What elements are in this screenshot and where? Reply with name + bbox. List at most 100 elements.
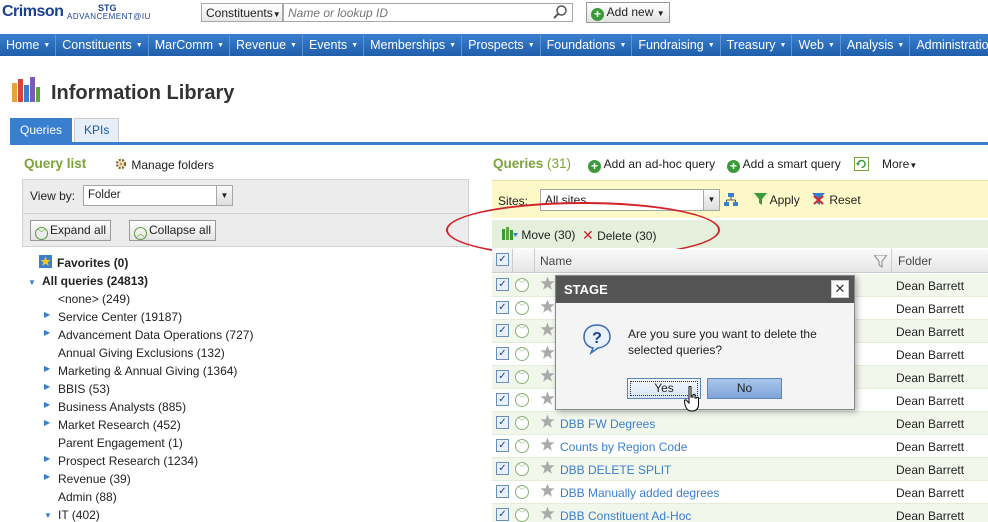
- no-button[interactable]: No: [707, 378, 782, 399]
- favorite-star-icon[interactable]: [540, 414, 555, 429]
- collapsed-triangle-icon[interactable]: ▶: [44, 382, 50, 391]
- tree-node-all-queries[interactable]: All queries (24813): [42, 274, 148, 288]
- search-type-select[interactable]: Constituents▼: [201, 3, 283, 22]
- add-new-button[interactable]: + Add new ▼: [586, 2, 670, 23]
- chevron-down-icon[interactable]: ﹀: [515, 439, 529, 453]
- favorite-star-icon[interactable]: [540, 460, 555, 475]
- column-filter-icon[interactable]: [874, 255, 887, 268]
- table-row[interactable]: ✓ ﹀ DBB Manually added degrees Dean Barrett: [492, 481, 988, 504]
- view-by-select[interactable]: Folder ▼: [83, 185, 233, 206]
- favorite-star-icon[interactable]: [540, 391, 555, 406]
- nav-administration[interactable]: Administration▼: [910, 34, 988, 56]
- row-checkbox[interactable]: ✓: [496, 324, 509, 337]
- nav-treasury[interactable]: Treasury ▼: [721, 34, 793, 56]
- favorite-star-icon[interactable]: [540, 299, 555, 314]
- manage-folders-link[interactable]: Manage folders: [114, 157, 214, 172]
- query-name-link[interactable]: Counts by Region Code: [560, 440, 687, 454]
- refresh-icon[interactable]: [854, 157, 869, 171]
- more-menu-button[interactable]: More▼: [882, 157, 917, 171]
- row-checkbox[interactable]: ✓: [496, 393, 509, 406]
- table-row[interactable]: ✓ ﹀ DBB Constituent Ad-Hoc Dean Barrett: [492, 504, 988, 522]
- favorite-star-icon[interactable]: [540, 506, 555, 521]
- nav-home[interactable]: Home ▼: [0, 34, 57, 56]
- collapsed-triangle-icon[interactable]: ▶: [44, 400, 50, 409]
- nav-foundations[interactable]: Foundations ▼: [541, 34, 633, 56]
- tree-node-none[interactable]: <none> (249): [58, 292, 130, 306]
- nav-fundraising[interactable]: Fundraising ▼: [632, 34, 721, 56]
- chevron-down-icon[interactable]: ﹀: [515, 416, 529, 430]
- tree-node-prospect-research[interactable]: Prospect Research (1234): [58, 454, 198, 468]
- tree-node-parent-engagement[interactable]: Parent Engagement (1): [58, 436, 183, 450]
- nav-prospects[interactable]: Prospects ▼: [462, 34, 541, 56]
- chevron-down-icon[interactable]: ﹀: [515, 301, 529, 315]
- search-icon[interactable]: [552, 4, 568, 20]
- expand-all-button[interactable]: ﹀ Expand all: [30, 220, 112, 241]
- dialog-close-button[interactable]: ✕: [831, 280, 849, 298]
- column-header-name[interactable]: Name: [540, 254, 572, 268]
- collapsed-triangle-icon[interactable]: ▶: [44, 454, 50, 463]
- collapse-all-button[interactable]: ︿ Collapse all: [129, 220, 217, 241]
- row-checkbox[interactable]: ✓: [496, 485, 509, 498]
- query-name-link[interactable]: DBB Manually added degrees: [560, 486, 719, 500]
- tree-node-bbis[interactable]: BBIS (53): [58, 382, 110, 396]
- query-name-link[interactable]: DBB DELETE SPLIT: [560, 463, 671, 477]
- table-row[interactable]: ✓ ﹀ Counts by Region Code Dean Barrett: [492, 435, 988, 458]
- nav-memberships[interactable]: Memberships ▼: [364, 34, 463, 56]
- row-checkbox[interactable]: ✓: [496, 462, 509, 475]
- tree-node-admin[interactable]: Admin (88): [58, 490, 117, 504]
- tab-queries[interactable]: Queries: [10, 118, 73, 142]
- site-hierarchy-icon[interactable]: [723, 192, 739, 208]
- nav-constituents[interactable]: Constituents ▼: [56, 34, 149, 56]
- chevron-down-icon[interactable]: ﹀: [515, 324, 529, 338]
- collapsed-triangle-icon[interactable]: ▶: [44, 472, 50, 481]
- favorite-star-icon[interactable]: [540, 322, 555, 337]
- nav-events[interactable]: Events ▼: [303, 34, 365, 56]
- tree-node-marketing-annual-giving[interactable]: Marketing & Annual Giving (1364): [58, 364, 237, 378]
- tree-node-revenue[interactable]: Revenue (39): [58, 472, 131, 486]
- nav-revenue[interactable]: Revenue ▼: [230, 34, 303, 56]
- expanded-triangle-icon[interactable]: ▼: [44, 511, 52, 520]
- row-checkbox[interactable]: ✓: [496, 347, 509, 360]
- row-checkbox[interactable]: ✓: [496, 508, 509, 521]
- row-checkbox[interactable]: ✓: [496, 370, 509, 383]
- add-smart-query-button[interactable]: + Add a smart query: [727, 157, 841, 173]
- chevron-down-icon[interactable]: ﹀: [515, 462, 529, 476]
- chevron-down-icon[interactable]: ﹀: [515, 370, 529, 384]
- select-all-checkbox[interactable]: ✓: [496, 253, 509, 266]
- tree-node-annual-giving-exclusions[interactable]: Annual Giving Exclusions (132): [58, 346, 225, 360]
- collapsed-triangle-icon[interactable]: ▶: [44, 418, 50, 427]
- chevron-down-icon[interactable]: ﹀: [515, 485, 529, 499]
- query-name-link[interactable]: DBB Constituent Ad-Hoc: [560, 509, 691, 522]
- nav-marcomm[interactable]: MarComm ▼: [149, 34, 230, 56]
- chevron-down-icon[interactable]: ﹀: [515, 393, 529, 407]
- table-row[interactable]: ✓ ﹀ DBB FW Degrees Dean Barrett: [492, 412, 988, 435]
- apply-filter-button[interactable]: Apply: [754, 193, 800, 207]
- tree-node-service-center[interactable]: Service Center (19187): [58, 310, 182, 324]
- tree-node-business-analysts[interactable]: Business Analysts (885): [58, 400, 186, 414]
- add-adhoc-query-button[interactable]: + Add an ad-hoc query: [588, 157, 715, 173]
- row-checkbox[interactable]: ✓: [496, 278, 509, 291]
- collapsed-triangle-icon[interactable]: ▶: [44, 310, 50, 319]
- collapsed-triangle-icon[interactable]: ▶: [44, 328, 50, 337]
- tree-node-it[interactable]: IT (402): [58, 508, 100, 522]
- chevron-down-icon[interactable]: ﹀: [515, 508, 529, 522]
- column-header-folder[interactable]: Folder: [898, 254, 932, 268]
- tab-kpis[interactable]: KPIs: [74, 118, 120, 142]
- query-name-link[interactable]: DBB FW Degrees: [560, 417, 655, 431]
- tree-node-favorites[interactable]: Favorites (0): [57, 256, 128, 270]
- table-row[interactable]: ✓ ﹀ DBB DELETE SPLIT Dean Barrett: [492, 458, 988, 481]
- reset-filter-button[interactable]: Reset: [812, 193, 861, 207]
- collapsed-triangle-icon[interactable]: ▶: [44, 364, 50, 373]
- row-checkbox[interactable]: ✓: [496, 301, 509, 314]
- favorite-star-icon[interactable]: [540, 276, 555, 291]
- chevron-down-icon[interactable]: ﹀: [515, 347, 529, 361]
- tree-node-advancement-data-ops[interactable]: Advancement Data Operations (727): [58, 328, 253, 342]
- search-input[interactable]: [283, 3, 573, 22]
- nav-analysis[interactable]: Analysis ▼: [841, 34, 911, 56]
- row-checkbox[interactable]: ✓: [496, 439, 509, 452]
- tree-node-market-research[interactable]: Market Research (452): [58, 418, 181, 432]
- favorite-star-icon[interactable]: [540, 368, 555, 383]
- favorite-star-icon[interactable]: [540, 437, 555, 452]
- favorite-star-icon[interactable]: [540, 345, 555, 360]
- favorite-star-icon[interactable]: [540, 483, 555, 498]
